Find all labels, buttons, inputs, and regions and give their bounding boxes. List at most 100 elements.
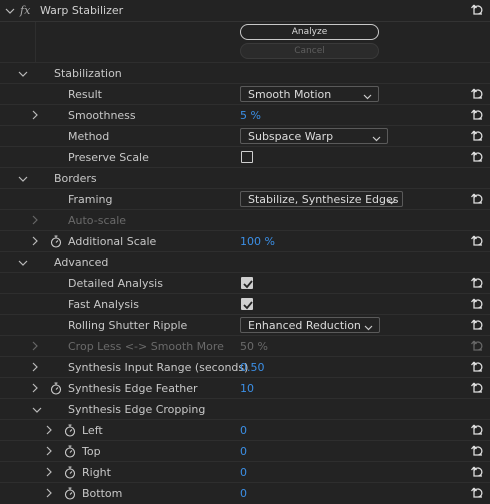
reset-icon[interactable] — [470, 108, 484, 122]
stopwatch-icon[interactable] — [64, 487, 76, 500]
param-label: Auto-scale — [68, 214, 127, 227]
chevron-right-icon[interactable] — [43, 424, 55, 436]
dropdown-value: Smooth Motion — [248, 88, 332, 101]
section-stabilization[interactable]: Stabilization — [0, 63, 490, 84]
stopwatch-icon[interactable] — [64, 424, 76, 437]
preserve-scale-checkbox[interactable] — [241, 151, 253, 163]
param-detailed-analysis: Detailed Analysis — [0, 273, 490, 294]
chevron-down-icon[interactable] — [4, 5, 16, 17]
param-label: Synthesis Input Range (seconds) — [68, 361, 249, 374]
stopwatch-icon[interactable] — [64, 466, 76, 479]
input-range-value[interactable]: 0.50 — [240, 357, 265, 378]
edge-feather-value[interactable]: 10 — [240, 378, 254, 399]
param-label: Result — [68, 88, 102, 101]
param-method: Method Subspace Warp — [0, 126, 490, 147]
param-input-range: Synthesis Input Range (seconds) 0.50 — [0, 357, 490, 378]
reset-icon[interactable] — [470, 381, 484, 395]
param-label: Method — [68, 130, 110, 143]
chevron-right-icon[interactable] — [29, 340, 41, 352]
reset-icon[interactable] — [470, 465, 484, 479]
chevron-right-icon[interactable] — [43, 487, 55, 499]
reset-icon[interactable] — [470, 150, 484, 164]
right-value[interactable]: 0 — [240, 462, 247, 483]
reset-icon[interactable] — [470, 276, 484, 290]
param-label: Fast Analysis — [68, 298, 139, 311]
left-value[interactable]: 0 — [240, 420, 247, 441]
reset-icon — [470, 339, 484, 353]
param-right: Right 0 — [0, 462, 490, 483]
param-edge-feather: Synthesis Edge Feather 10 — [0, 378, 490, 399]
chevron-right-icon[interactable] — [29, 214, 41, 226]
chevron-down-icon[interactable] — [17, 68, 29, 80]
param-crop-less: Crop Less <-> Smooth More 50 % — [0, 336, 490, 357]
chevron-down-icon[interactable] — [17, 257, 29, 269]
top-value[interactable]: 0 — [240, 441, 247, 462]
reset-icon[interactable] — [470, 360, 484, 374]
chevron-right-icon[interactable] — [29, 361, 41, 373]
reset-icon[interactable] — [470, 129, 484, 143]
reset-icon[interactable] — [470, 444, 484, 458]
param-label: Detailed Analysis — [68, 277, 163, 290]
param-additional-scale: Additional Scale 100 % — [0, 231, 490, 252]
additional-scale-value[interactable]: 100 % — [240, 231, 275, 252]
reset-icon[interactable] — [470, 192, 484, 206]
param-label: Top — [82, 445, 101, 458]
reset-icon[interactable] — [470, 297, 484, 311]
section-label: Stabilization — [54, 67, 122, 80]
stopwatch-icon[interactable] — [50, 235, 62, 248]
crop-less-value: 50 % — [240, 340, 268, 353]
fast-analysis-checkbox[interactable] — [241, 298, 253, 310]
chevron-right-icon[interactable] — [29, 109, 41, 121]
effect-header[interactable]: fx Warp Stabilizer — [0, 0, 490, 21]
framing-dropdown[interactable]: Stabilize, Synthesize Edges — [240, 191, 403, 207]
cancel-button: Cancel — [240, 43, 379, 59]
param-auto-scale: Auto-scale — [0, 210, 490, 231]
param-top: Top 0 — [0, 441, 490, 462]
param-label: Crop Less <-> Smooth More — [68, 340, 224, 353]
param-label: Additional Scale — [68, 235, 157, 248]
param-label: Right — [82, 466, 111, 479]
reset-icon[interactable] — [470, 318, 484, 332]
section-borders[interactable]: Borders — [0, 168, 490, 189]
stopwatch-icon[interactable] — [64, 445, 76, 458]
reset-icon[interactable] — [470, 3, 484, 17]
chevron-right-icon[interactable] — [29, 382, 41, 394]
detailed-analysis-checkbox[interactable] — [241, 277, 253, 289]
chevron-right-icon[interactable] — [43, 466, 55, 478]
chevron-down-icon[interactable] — [31, 404, 43, 416]
param-label: Left — [82, 424, 103, 437]
result-dropdown[interactable]: Smooth Motion — [240, 86, 379, 102]
section-label: Advanced — [54, 256, 109, 269]
analyze-button[interactable]: Analyze — [240, 24, 379, 40]
smoothness-value[interactable]: 5 % — [240, 105, 261, 126]
section-advanced[interactable]: Advanced — [0, 252, 490, 273]
param-label: Smoothness — [68, 109, 136, 122]
stopwatch-icon[interactable] — [50, 382, 62, 395]
chevron-right-icon[interactable] — [43, 445, 55, 457]
dropdown-value: Enhanced Reduction — [248, 319, 361, 332]
param-framing: Framing Stabilize, Synthesize Edges — [0, 189, 490, 210]
param-label: Framing — [68, 193, 113, 206]
param-rolling-shutter: Rolling Shutter Ripple Enhanced Reductio… — [0, 315, 490, 336]
reset-icon[interactable] — [470, 87, 484, 101]
param-label: Synthesis Edge Feather — [68, 382, 198, 395]
fx-icon[interactable]: fx — [20, 0, 30, 21]
chevron-right-icon[interactable] — [29, 235, 41, 247]
section-edge-cropping[interactable]: Synthesis Edge Cropping — [0, 399, 490, 420]
effect-title: Warp Stabilizer — [40, 4, 124, 17]
reset-icon[interactable] — [470, 486, 484, 500]
param-label: Rolling Shutter Ripple — [68, 319, 188, 332]
method-dropdown[interactable]: Subspace Warp — [240, 128, 388, 144]
reset-icon[interactable] — [470, 423, 484, 437]
dropdown-value: Subspace Warp — [248, 130, 334, 143]
param-left: Left 0 — [0, 420, 490, 441]
reset-icon[interactable] — [470, 234, 484, 248]
chevron-down-icon[interactable] — [17, 173, 29, 185]
section-label: Synthesis Edge Cropping — [68, 403, 206, 416]
param-fast-analysis: Fast Analysis — [0, 294, 490, 315]
param-result: Result Smooth Motion — [0, 84, 490, 105]
section-label: Borders — [54, 172, 97, 185]
rolling-shutter-dropdown[interactable]: Enhanced Reduction — [240, 317, 380, 333]
param-smoothness: Smoothness 5 % — [0, 105, 490, 126]
param-preserve-scale: Preserve Scale — [0, 147, 490, 168]
